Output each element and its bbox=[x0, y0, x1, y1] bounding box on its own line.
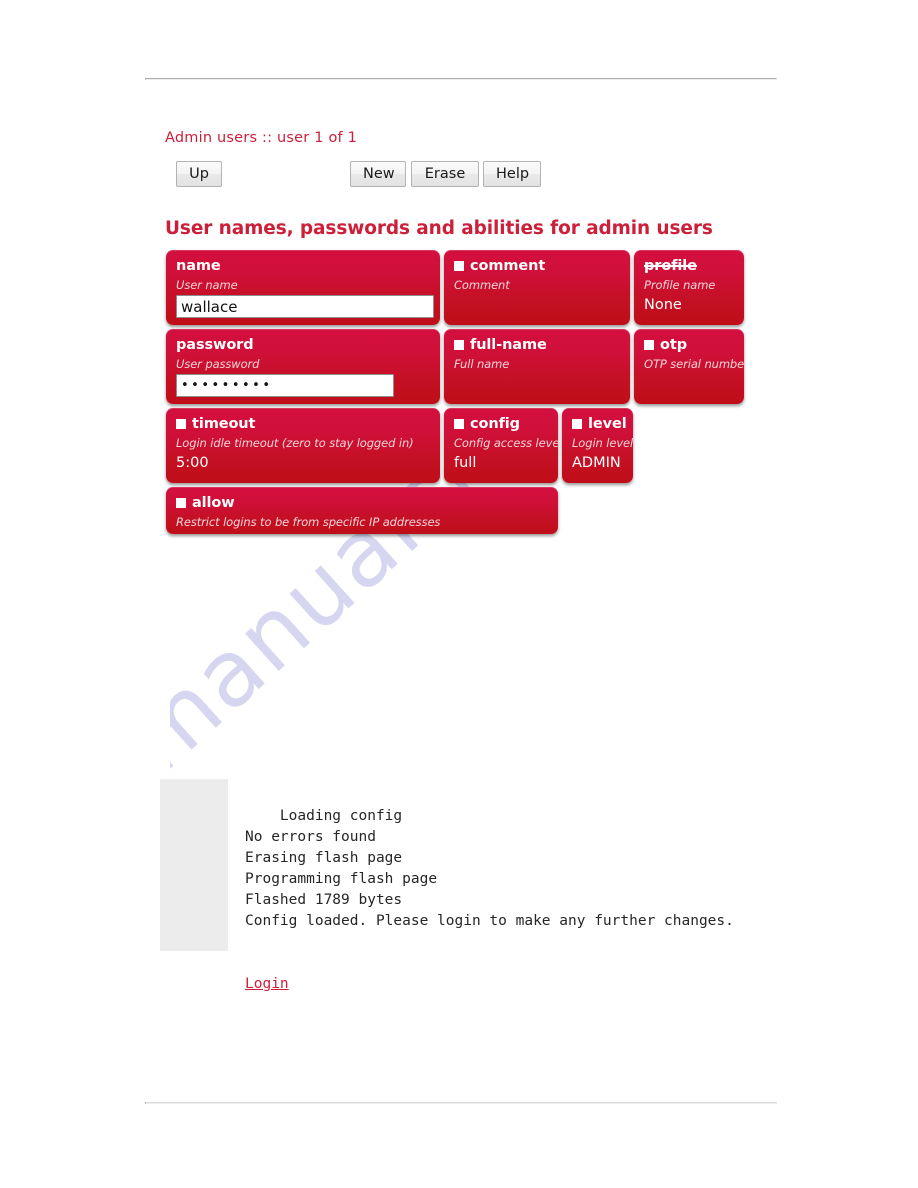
card-config-hint: Config access level bbox=[454, 436, 558, 450]
card-comment-label: comment bbox=[470, 258, 546, 274]
card-password-hint: User password bbox=[176, 357, 260, 371]
card-otp-hint: OTP serial number bbox=[644, 357, 744, 371]
card-profile-label: profile bbox=[644, 258, 697, 274]
card-level-value: ADMIN bbox=[572, 455, 621, 471]
name-input[interactable] bbox=[176, 295, 434, 318]
settings-card-grid: name User name comment Comment profile P… bbox=[164, 250, 764, 538]
console-text: Loading config No errors found Erasing f… bbox=[245, 808, 734, 929]
card-name-title: name bbox=[176, 257, 430, 275]
card-comment-title: comment bbox=[454, 257, 620, 275]
card-config-title: config bbox=[454, 415, 548, 433]
card-timeout-label: timeout bbox=[192, 416, 256, 432]
card-comment[interactable]: comment Comment bbox=[444, 250, 630, 325]
card-full-name-hint: Full name bbox=[454, 357, 510, 371]
card-full-name-title: full-name bbox=[454, 336, 620, 354]
comment-checkbox-icon[interactable] bbox=[454, 261, 464, 271]
footer-divider bbox=[145, 1102, 777, 1104]
card-row-1: name User name comment Comment profile P… bbox=[164, 250, 764, 327]
card-otp[interactable]: otp OTP serial number bbox=[634, 329, 744, 404]
up-button[interactable]: Up bbox=[176, 161, 222, 187]
card-otp-title: otp bbox=[644, 336, 734, 354]
card-allow-label: allow bbox=[192, 495, 235, 511]
header-divider bbox=[145, 78, 777, 80]
erase-button[interactable]: Erase bbox=[411, 161, 479, 187]
config-checkbox-icon[interactable] bbox=[454, 419, 464, 429]
card-comment-hint: Comment bbox=[454, 278, 510, 292]
card-level-label: level bbox=[588, 416, 627, 432]
card-level[interactable]: level Login level ADMIN bbox=[562, 408, 633, 483]
card-profile-hint: Profile name bbox=[644, 278, 716, 292]
card-config-label: config bbox=[470, 416, 520, 432]
timeout-checkbox-icon[interactable] bbox=[176, 419, 186, 429]
card-name[interactable]: name User name bbox=[166, 250, 440, 325]
page-title: User names, passwords and abilities for … bbox=[165, 218, 713, 239]
console-output: Loading config No errors found Erasing f… bbox=[245, 785, 734, 1037]
password-input[interactable] bbox=[176, 374, 394, 397]
card-config-value: full bbox=[454, 455, 477, 471]
login-link[interactable]: Login bbox=[245, 974, 734, 995]
card-row-3: timeout Login idle timeout (zero to stay… bbox=[164, 408, 764, 485]
card-timeout[interactable]: timeout Login idle timeout (zero to stay… bbox=[166, 408, 440, 483]
card-full-name-label: full-name bbox=[470, 337, 547, 353]
help-button[interactable]: Help bbox=[483, 161, 541, 187]
card-profile-title: profile bbox=[644, 257, 734, 275]
breadcrumb: Admin users :: user 1 of 1 bbox=[165, 130, 358, 146]
card-timeout-title: timeout bbox=[176, 415, 430, 433]
full-name-checkbox-icon[interactable] bbox=[454, 340, 464, 350]
card-timeout-value: 5:00 bbox=[176, 455, 209, 471]
card-password[interactable]: password User password bbox=[166, 329, 440, 404]
card-config[interactable]: config Config access level full bbox=[444, 408, 558, 483]
page-root: manualshive.com Admin users :: user 1 of… bbox=[0, 0, 918, 1188]
allow-checkbox-icon[interactable] bbox=[176, 498, 186, 508]
level-checkbox-icon[interactable] bbox=[572, 419, 582, 429]
card-level-title: level bbox=[572, 415, 627, 433]
card-allow-hint: Restrict logins to be from specific IP a… bbox=[176, 515, 441, 529]
card-row-2: password User password full-name Full na… bbox=[164, 329, 764, 406]
card-name-hint: User name bbox=[176, 278, 238, 292]
new-button[interactable]: New bbox=[350, 161, 406, 187]
console-gutter bbox=[160, 779, 228, 951]
card-level-hint: Login level bbox=[572, 436, 633, 450]
card-otp-label: otp bbox=[660, 337, 687, 353]
otp-checkbox-icon[interactable] bbox=[644, 340, 654, 350]
card-password-label: password bbox=[176, 337, 254, 353]
toolbar: Up New Erase Help bbox=[165, 161, 725, 189]
card-password-title: password bbox=[176, 336, 430, 354]
card-timeout-hint: Login idle timeout (zero to stay logged … bbox=[176, 436, 414, 450]
card-row-4: allow Restrict logins to be from specifi… bbox=[164, 487, 764, 536]
card-profile-value: None bbox=[644, 297, 682, 313]
card-profile[interactable]: profile Profile name None bbox=[634, 250, 744, 325]
card-name-label: name bbox=[176, 258, 221, 274]
card-full-name[interactable]: full-name Full name bbox=[444, 329, 630, 404]
card-allow[interactable]: allow Restrict logins to be from specifi… bbox=[166, 487, 558, 534]
card-allow-title: allow bbox=[176, 494, 548, 512]
